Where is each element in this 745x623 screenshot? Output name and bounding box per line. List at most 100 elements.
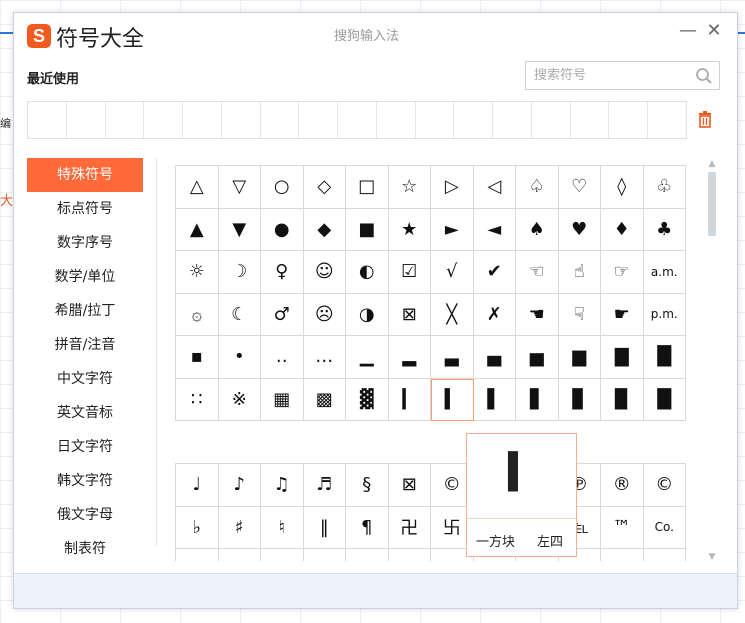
symbol-cell[interactable]: √ bbox=[431, 251, 474, 294]
symbol-cell[interactable]: ▁ bbox=[346, 336, 389, 379]
symbol-cell[interactable]: ♂ bbox=[261, 293, 304, 336]
sidebar-item-11[interactable]: 制表符 bbox=[27, 532, 143, 566]
sidebar-item-10[interactable]: 俄文字母 bbox=[27, 498, 143, 532]
symbol-cell[interactable] bbox=[644, 549, 686, 561]
symbol-cell[interactable]: © bbox=[643, 464, 686, 507]
symbol-cell[interactable]: ▊ bbox=[558, 378, 601, 421]
symbol-cell[interactable]: ♮ bbox=[261, 506, 304, 549]
symbol-cell[interactable]: ▎ bbox=[388, 378, 431, 421]
recent-symbol-cell[interactable] bbox=[416, 102, 455, 138]
symbol-cell[interactable]: ▉ bbox=[601, 378, 644, 421]
recent-symbol-cell[interactable] bbox=[144, 102, 184, 138]
scroll-down-arrow-icon[interactable]: ▼ bbox=[705, 551, 719, 563]
recent-symbol-cell[interactable] bbox=[493, 102, 532, 138]
symbol-cell[interactable]: ♬ bbox=[303, 464, 346, 507]
symbol-cell[interactable]: ♯ bbox=[218, 506, 261, 549]
symbol-cell[interactable]: ※ bbox=[218, 378, 261, 421]
symbol-cell[interactable]: ‖ bbox=[303, 506, 346, 549]
symbol-cell[interactable]: ‥ bbox=[261, 336, 304, 379]
symbol-cell[interactable]: ★ bbox=[388, 208, 431, 251]
symbol-cell[interactable]: ▌ bbox=[473, 378, 516, 421]
symbol-cell[interactable]: 卍 bbox=[388, 506, 431, 549]
symbol-cell[interactable]: ▂ bbox=[388, 336, 431, 379]
recent-symbol-cell[interactable] bbox=[183, 102, 222, 138]
symbol-cell[interactable]: □ bbox=[346, 166, 389, 209]
symbol-cell[interactable]: ◑ bbox=[346, 293, 389, 336]
symbol-cell[interactable]: ⊠ bbox=[388, 293, 431, 336]
symbol-cell[interactable]: ☺ bbox=[303, 251, 346, 294]
symbol-cell[interactable]: ◐ bbox=[346, 251, 389, 294]
symbol-cell[interactable] bbox=[219, 549, 261, 561]
symbol-cell[interactable]: ▃ bbox=[431, 336, 474, 379]
recent-symbol-cell[interactable] bbox=[648, 102, 686, 138]
minimize-button[interactable]: — bbox=[678, 21, 698, 41]
symbol-cell[interactable]: ⊠ bbox=[388, 464, 431, 507]
sidebar-item-2[interactable]: 数字序号 bbox=[27, 226, 143, 260]
recent-symbol-cell[interactable] bbox=[299, 102, 339, 138]
symbol-cell[interactable]: ► bbox=[431, 208, 474, 251]
symbol-cell[interactable]: ▄ bbox=[473, 336, 516, 379]
symbol-cell[interactable] bbox=[346, 549, 389, 561]
title-bar[interactable]: S 符号大全 搜狗输入法 — ✕ bbox=[14, 13, 737, 57]
search-input[interactable] bbox=[526, 62, 694, 89]
symbol-cell[interactable]: ▇ bbox=[601, 336, 644, 379]
symbol-cell[interactable]: ▦ bbox=[261, 378, 304, 421]
symbol-cell[interactable]: ♥ bbox=[558, 208, 601, 251]
sidebar-item-8[interactable]: 日文字符 bbox=[27, 430, 143, 464]
symbol-cell[interactable]: ☝ bbox=[558, 251, 601, 294]
symbol-cell[interactable]: ▽ bbox=[218, 166, 261, 209]
symbol-cell[interactable] bbox=[304, 549, 346, 561]
symbol-cell[interactable]: • bbox=[218, 336, 261, 379]
symbol-cell[interactable]: ■ bbox=[346, 208, 389, 251]
symbol-cell[interactable] bbox=[389, 549, 431, 561]
symbol-cell[interactable]: ♦ bbox=[601, 208, 644, 251]
symbol-cell[interactable] bbox=[176, 549, 219, 561]
symbol-cell[interactable]: ▪ bbox=[176, 336, 219, 379]
symbol-cell[interactable]: p.m. bbox=[643, 293, 686, 336]
symbol-cell[interactable]: § bbox=[346, 464, 389, 507]
symbol-cell[interactable]: ☚ bbox=[516, 293, 559, 336]
trash-icon[interactable] bbox=[697, 110, 713, 128]
scroll-thumb[interactable] bbox=[708, 172, 716, 236]
symbol-cell[interactable]: ♫ bbox=[261, 464, 304, 507]
recent-symbol-cell[interactable] bbox=[377, 102, 416, 138]
grid-scrollbar[interactable]: ▲ ▼ bbox=[705, 158, 719, 563]
symbol-cell[interactable]: ☽ bbox=[218, 251, 261, 294]
symbol-cell[interactable]: ☛ bbox=[601, 293, 644, 336]
symbol-cell[interactable]: ♭ bbox=[176, 506, 219, 549]
symbol-cell[interactable]: ☞ bbox=[601, 251, 644, 294]
symbol-cell[interactable]: … bbox=[303, 336, 346, 379]
symbol-cell[interactable]: ☜ bbox=[516, 251, 559, 294]
symbol-cell[interactable]: ☆ bbox=[388, 166, 431, 209]
symbol-cell[interactable]: ™ bbox=[601, 506, 644, 549]
symbol-cell[interactable]: ● bbox=[261, 208, 304, 251]
symbol-cell[interactable]: ◇ bbox=[303, 166, 346, 209]
symbol-cell[interactable]: ✗ bbox=[473, 293, 516, 336]
symbol-cell[interactable]: ۞ bbox=[176, 293, 219, 336]
symbol-cell[interactable]: ☼ bbox=[176, 251, 219, 294]
symbol-cell[interactable]: ◁ bbox=[473, 166, 516, 209]
sidebar-item-7[interactable]: 英文音标 bbox=[27, 396, 143, 430]
symbol-cell[interactable]: █ bbox=[643, 336, 686, 379]
symbol-cell[interactable]: ☹ bbox=[303, 293, 346, 336]
symbol-cell[interactable]: ◄ bbox=[473, 208, 516, 251]
recent-symbol-cell[interactable] bbox=[261, 102, 300, 138]
symbol-cell[interactable]: ▷ bbox=[431, 166, 474, 209]
close-button[interactable]: ✕ bbox=[704, 21, 724, 41]
symbol-cell[interactable]: ▼ bbox=[218, 208, 261, 251]
symbol-cell[interactable]: a.m. bbox=[643, 251, 686, 294]
recent-symbol-cell[interactable] bbox=[571, 102, 610, 138]
symbol-cell[interactable]: ◊ bbox=[601, 166, 644, 209]
sidebar-item-4[interactable]: 希腊/拉丁 bbox=[27, 294, 143, 328]
symbol-cell[interactable]: ¶ bbox=[346, 506, 389, 549]
symbol-cell[interactable]: ☑ bbox=[388, 251, 431, 294]
recent-symbol-cell[interactable] bbox=[28, 102, 67, 138]
sidebar-item-6[interactable]: 中文字符 bbox=[27, 362, 143, 396]
symbol-cell[interactable]: ▋ bbox=[516, 378, 559, 421]
sidebar-item-3[interactable]: 数学/单位 bbox=[27, 260, 143, 294]
symbol-cell[interactable]: ♡ bbox=[558, 166, 601, 209]
symbol-cell[interactable]: ♩ bbox=[176, 464, 219, 507]
symbol-cell[interactable]: Co. bbox=[643, 506, 686, 549]
symbol-cell[interactable]: ♧ bbox=[643, 166, 686, 209]
recent-symbol-cell[interactable] bbox=[67, 102, 106, 138]
